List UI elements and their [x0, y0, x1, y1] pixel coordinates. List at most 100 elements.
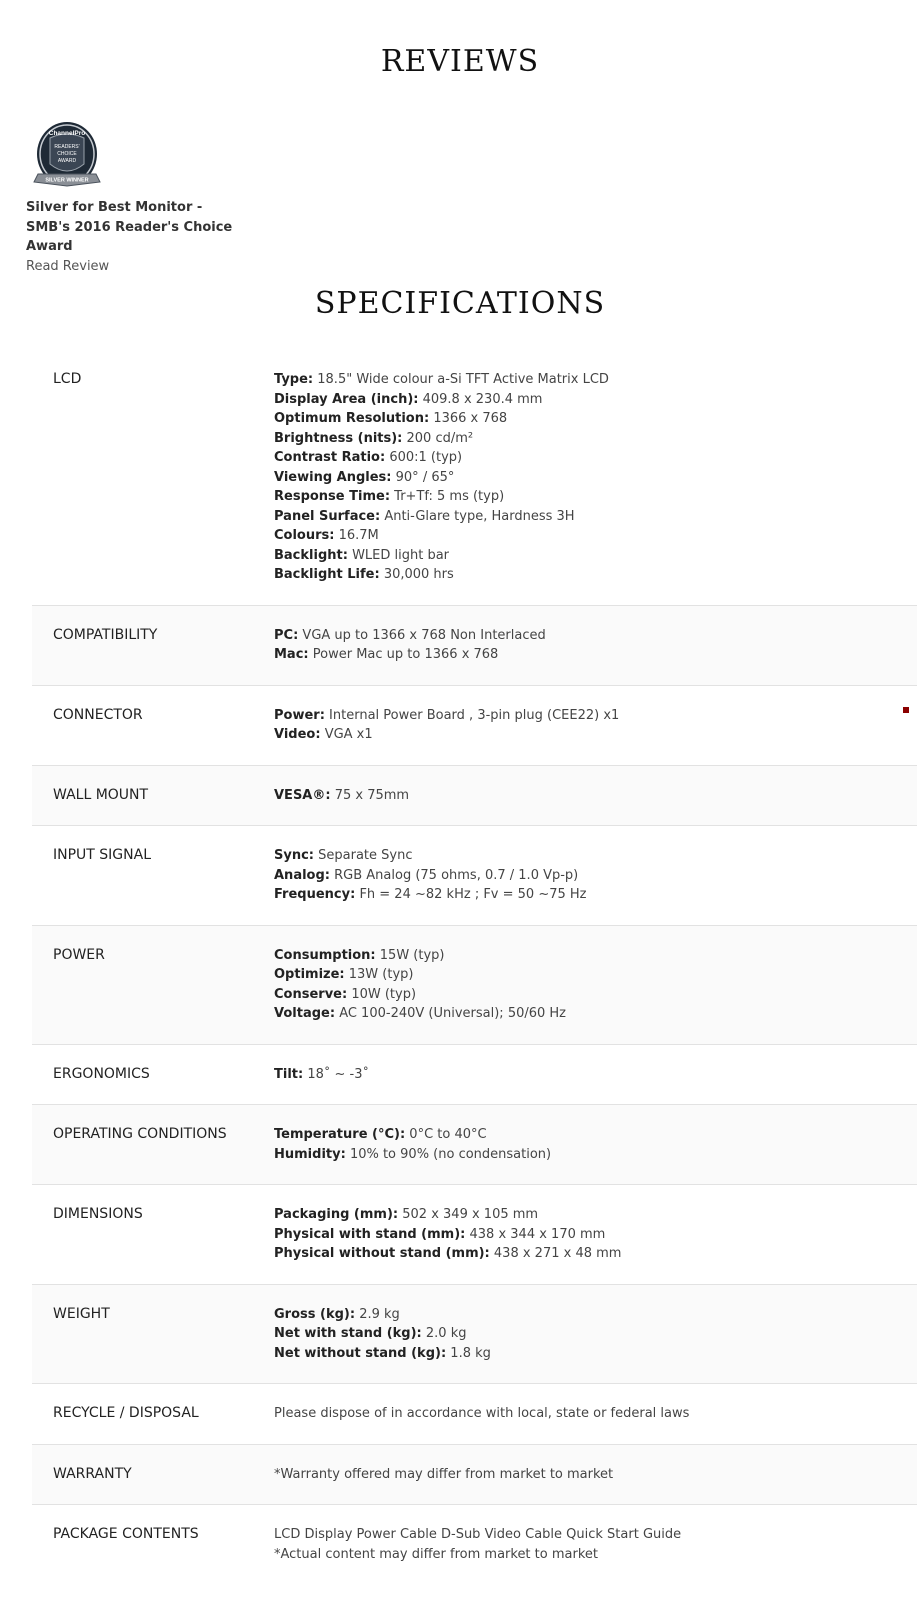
spec-row: COMPATIBILITY PC: VGA up to 1366 x 768 No… [32, 605, 917, 686]
spec-values: Consumption: 15W (typ) Optimize: 13W (typ… [274, 946, 917, 1024]
spec-key: Gross (kg): [274, 1306, 356, 1322]
spec-value: 600:1 (typ) [389, 450, 463, 465]
spec-line: Viewing Angles: 90° / 65° [274, 468, 917, 488]
spec-value: 2.0 kg [425, 1326, 467, 1341]
award-title: Silver for Best Monitor - SMB's 2016 Rea… [26, 200, 233, 254]
spec-line: Video: VGA x1 [274, 725, 917, 745]
spec-line: Voltage: AC 100-240V (Universal); 50/60 … [274, 1004, 917, 1024]
spec-value: 2.9 kg [359, 1306, 400, 1322]
spec-value: 0°C to 40°C [409, 1127, 487, 1142]
spec-value: 200 cd/m² [406, 430, 474, 446]
spec-row: WARRANTY *Warranty offered may differ fro… [32, 1444, 917, 1505]
spec-line: Please dispose of in accordance with loc… [274, 1404, 917, 1424]
spec-line: Tilt: 18˚ ~ -3˚ [274, 1065, 917, 1085]
spec-key: Optimum Resolution: [274, 411, 430, 426]
spec-line: Packaging (mm): 502 x 349 x 105 mm [274, 1205, 917, 1225]
spec-key: Net without stand (kg): [274, 1345, 447, 1361]
spec-value: 1366 x 768 [433, 411, 508, 426]
spec-value: Internal Power Board , 3-pin plug (CEE22… [329, 707, 620, 723]
spec-key: Tilt: [274, 1066, 304, 1082]
marker-dot [903, 707, 909, 713]
spec-key: Backlight: [274, 547, 348, 563]
spec-value: Power Mac up to 1366 x 768 [312, 647, 499, 662]
spec-value: Separate Sync [318, 848, 413, 863]
spec-line: Sync: Separate Sync [274, 846, 917, 866]
spec-values: PC: VGA up to 1366 x 768 Non Interlaced M… [274, 626, 917, 665]
spec-label: DIMENSIONS [53, 1206, 143, 1222]
spec-label: WALL MOUNT [53, 786, 149, 803]
spec-row: INPUT SIGNAL Sync: Separate Sync Analog: R… [32, 826, 917, 926]
spec-line: Optimum Resolution: 1366 x 768 [274, 409, 917, 429]
spec-row: OPERATING CONDITIONS Temperature (°C): 0°… [32, 1105, 917, 1185]
spec-key: Response Time: [274, 489, 391, 504]
spec-value: WLED light bar [352, 547, 450, 563]
spec-label: RECYCLE / DISPOSAL [53, 1405, 199, 1421]
spec-line: Panel Surface: Anti-Glare type, Hardness… [274, 507, 917, 527]
spec-value: 502 x 349 x 105 mm [402, 1207, 539, 1222]
spec-value: 16.7M [338, 528, 379, 543]
spec-value: LCD Display Power Cable D-Sub Video Cabl… [274, 1527, 682, 1542]
spec-values: Please dispose of in accordance with loc… [274, 1404, 917, 1424]
spec-value: 409.8 x 230.4 mm [422, 391, 543, 407]
spec-row: RECYCLE / DISPOSAL Please dispose of in a… [32, 1384, 917, 1445]
spec-line: Gross (kg): 2.9 kg [274, 1305, 917, 1325]
spec-value: Anti-Glare type, Hardness 3H [384, 508, 575, 524]
spec-values: *Warranty offered may differ from market… [274, 1465, 917, 1485]
spec-line: Backlight: WLED light bar [274, 546, 917, 566]
spec-line: Backlight Life: 30,000 hrs [274, 565, 917, 585]
spec-line: Colours: 16.7M [274, 526, 917, 546]
spec-values: Temperature (°C): 0°C to 40°C Humidity: 1… [274, 1125, 917, 1164]
award-badge-icon: ChannelPro READERS' CHOICE AWARD SILVER … [33, 122, 101, 187]
spec-line: Humidity: 10% to 90% (no condensation) [274, 1145, 917, 1165]
spec-line: Frequency: Fh = 24 ~82 kHz ; Fv = 50 ~75… [274, 885, 917, 905]
review-card: ChannelPro READERS' CHOICE AWARD SILVER … [26, 120, 246, 276]
spec-key: Physical without stand (mm): [274, 1246, 490, 1261]
spec-label: WEIGHT [53, 1305, 110, 1322]
spec-label: LCD [53, 371, 82, 387]
spec-label: PACKAGE CONTENTS [53, 1526, 199, 1542]
badge-line1: READERS' [54, 144, 79, 150]
spec-line: Consumption: 15W (typ) [274, 946, 917, 966]
spec-key: PC: [274, 627, 299, 643]
spec-value: 90° / 65° [395, 469, 455, 485]
spec-line: Contrast Ratio: 600:1 (typ) [274, 448, 917, 468]
spec-value: RGB Analog (75 ohms, 0.7 / 1.0 Vp-p) [334, 867, 579, 883]
spec-line: Physical without stand (mm): 438 x 271 x… [274, 1244, 917, 1264]
spec-line: Net without stand (kg): 1.8 kg [274, 1344, 917, 1364]
spec-label: ERGONOMICS [53, 1065, 150, 1082]
spec-key: Optimize: [274, 967, 345, 982]
spec-line: LCD Display Power Cable D-Sub Video Cabl… [274, 1525, 917, 1545]
spec-key: Consumption: [274, 947, 376, 963]
spec-key: Display Area (inch): [274, 391, 419, 407]
spec-key: Voltage: [274, 1006, 336, 1021]
badge-line3: AWARD [58, 158, 77, 164]
spec-values: Power: Internal Power Board , 3-pin plug… [274, 706, 917, 745]
spec-value: 10% to 90% (no condensation) [349, 1146, 552, 1162]
spec-line: Conserve: 10W (typ) [274, 985, 917, 1005]
spec-line: Power: Internal Power Board , 3-pin plug… [274, 706, 917, 726]
spec-row: DIMENSIONS Packaging (mm): 502 x 349 x 10… [32, 1185, 917, 1285]
spec-key: Contrast Ratio: [274, 450, 386, 465]
spec-line: Net with stand (kg): 2.0 kg [274, 1324, 917, 1344]
spec-value: Tr+Tf: 5 ms (typ) [394, 489, 505, 504]
spec-key: Net with stand (kg): [274, 1326, 422, 1341]
badge-brand: ChannelPro [49, 130, 86, 137]
read-review-link[interactable]: Read Review [26, 257, 246, 276]
reviews-heading: REVIEWS [380, 44, 540, 79]
spec-line: Mac: Power Mac up to 1366 x 768 [274, 645, 917, 665]
spec-value: Fh = 24 ~82 kHz ; Fv = 50 ~75 Hz [359, 887, 587, 902]
spec-key: Viewing Angles: [274, 469, 392, 485]
spec-key: Packaging (mm): [274, 1207, 399, 1222]
spec-row: PACKAGE CONTENTS LCD Display Power Cable … [32, 1505, 917, 1584]
spec-line: Brightness (nits): 200 cd/m² [274, 429, 917, 449]
spec-value: 30,000 hrs [383, 567, 454, 582]
spec-line: *Actual content may differ from market t… [274, 1545, 917, 1565]
spec-value: Please dispose of in accordance with loc… [274, 1406, 690, 1421]
spec-line: VESA®: 75 x 75mm [274, 786, 917, 806]
spec-value: VGA x1 [324, 727, 373, 742]
spec-table: LCD Type: 18.5" Wide colour a-Si TFT Acti… [32, 360, 917, 1584]
spec-line: Temperature (°C): 0°C to 40°C [274, 1125, 917, 1145]
spec-label: OPERATING CONDITIONS [53, 1126, 227, 1142]
spec-label: COMPATIBILITY [53, 626, 158, 643]
spec-value: 438 x 271 x 48 mm [493, 1246, 622, 1261]
